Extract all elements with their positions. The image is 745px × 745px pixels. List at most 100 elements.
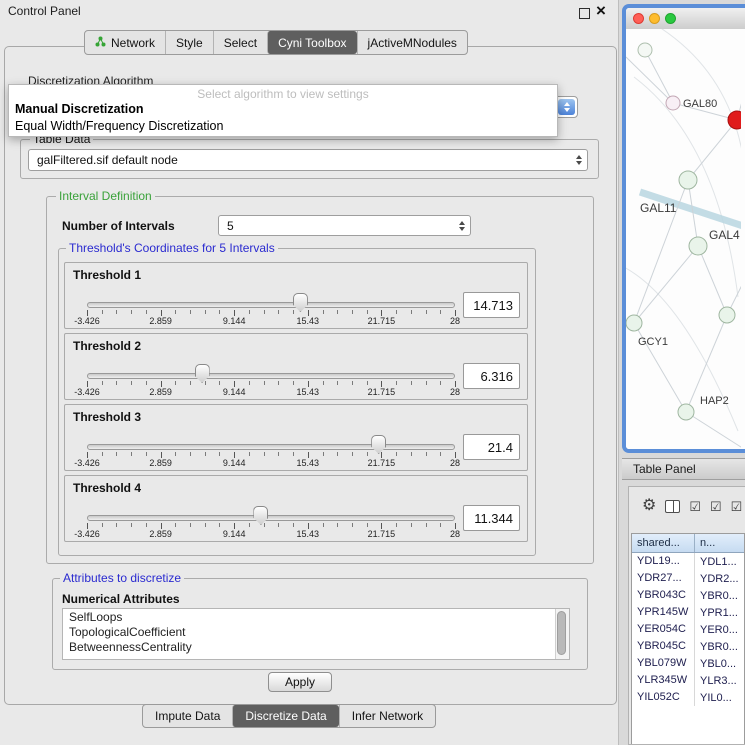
network-edge[interactable] bbox=[626, 57, 673, 103]
table-row[interactable]: YER054CYER0... bbox=[632, 621, 744, 638]
slider-track[interactable] bbox=[87, 515, 455, 521]
tab-jactivemnodules[interactable]: jActiveMNodules bbox=[357, 31, 467, 54]
threshold-value-input[interactable] bbox=[463, 505, 520, 531]
network-node[interactable] bbox=[638, 43, 652, 57]
table-cell: YDL1... bbox=[695, 556, 744, 568]
scale-tick-label: 9.144 bbox=[223, 387, 246, 397]
network-node[interactable] bbox=[689, 237, 707, 255]
tab-network[interactable]: Network bbox=[85, 31, 165, 54]
slider-scale-labels: -3.4262.8599.14415.4321.71528 bbox=[87, 529, 455, 540]
slider-track[interactable] bbox=[87, 302, 455, 308]
scale-tick-label: 21.715 bbox=[368, 316, 396, 326]
float-window-icon[interactable] bbox=[579, 8, 590, 19]
table-cell: YBR043C bbox=[632, 587, 695, 604]
table-row[interactable]: YDR27...YDR2... bbox=[632, 570, 744, 587]
scrollbar-thumb[interactable] bbox=[557, 611, 566, 655]
network-edge-arc bbox=[656, 29, 741, 151]
table-row[interactable]: YDL19...YDL1... bbox=[632, 553, 744, 570]
checkbox-icon[interactable]: ☑ bbox=[731, 500, 743, 513]
network-edge[interactable] bbox=[645, 50, 673, 103]
threshold-slider[interactable]: -3.4262.8599.14415.4321.71528 bbox=[87, 435, 455, 469]
network-node[interactable] bbox=[728, 111, 741, 129]
network-edge[interactable] bbox=[698, 246, 727, 315]
apply-button[interactable]: Apply bbox=[268, 672, 332, 692]
numerical-attributes-list[interactable]: SelfLoopsTopologicalCoefficientBetweenne… bbox=[62, 608, 570, 660]
attribute-list-item[interactable]: SelfLoops bbox=[63, 610, 555, 625]
network-node[interactable] bbox=[666, 96, 680, 110]
table-row[interactable]: YPR145WYPR1... bbox=[632, 604, 744, 621]
table-cell: YBL079W bbox=[632, 655, 695, 672]
combobox-stepper-icon[interactable] bbox=[558, 99, 575, 115]
threshold-box: Threshold 4 -3.4262.8599.14415.4321.7152… bbox=[64, 475, 528, 542]
network-node[interactable] bbox=[626, 315, 642, 331]
table-cell: YBR0... bbox=[695, 641, 744, 653]
table-cell: YER0... bbox=[695, 624, 744, 636]
select-visible-checkbox-icon[interactable]: ☑ bbox=[710, 500, 722, 513]
tab-label: Style bbox=[176, 36, 203, 50]
zoom-traffic-light-icon[interactable] bbox=[665, 13, 676, 24]
threshold-value-input[interactable] bbox=[463, 292, 520, 318]
scale-tick-label: 2.859 bbox=[149, 387, 172, 397]
threshold-slider[interactable]: -3.4262.8599.14415.4321.71528 bbox=[87, 364, 455, 398]
scale-tick-label: 15.43 bbox=[297, 387, 320, 397]
slider-scale-labels: -3.4262.8599.14415.4321.71528 bbox=[87, 316, 455, 327]
tab-style[interactable]: Style bbox=[165, 31, 213, 54]
panel-title: Control Panel bbox=[8, 4, 81, 18]
bottom-tab-bar: Impute Data Discretize Data Infer Networ… bbox=[142, 704, 436, 728]
attribute-list-item[interactable]: BetweennessCentrality bbox=[63, 640, 555, 655]
network-canvas-svg: GAL80GAL11GAL4GCY1HAP2 bbox=[626, 29, 741, 453]
threshold-slider[interactable]: -3.4262.8599.14415.4321.71528 bbox=[87, 506, 455, 540]
dropdown-option-manual-discretization[interactable]: Manual Discretization bbox=[15, 102, 144, 116]
column-header-shared[interactable]: shared... bbox=[632, 534, 695, 552]
table-row[interactable]: YBL079WYBL0... bbox=[632, 655, 744, 672]
thresholds-group-label: Threshold's Coordinates for 5 Intervals bbox=[66, 242, 278, 254]
table-panel-window: ⚙ ☑ ☑ ☑ shared... n... YDL19...YDL1...YD… bbox=[628, 486, 745, 745]
scale-tick-label: 9.144 bbox=[223, 458, 246, 468]
slider-track[interactable] bbox=[87, 373, 455, 379]
table-row[interactable]: YLR345WYLR3... bbox=[632, 672, 744, 689]
columns-icon[interactable] bbox=[665, 500, 680, 513]
minimize-traffic-light-icon[interactable] bbox=[649, 13, 660, 24]
slider-track[interactable] bbox=[87, 444, 455, 450]
threshold-label: Threshold 1 bbox=[73, 268, 141, 282]
table-cell: YER054C bbox=[632, 621, 695, 638]
list-scrollbar[interactable] bbox=[555, 609, 569, 659]
attribute-list-item[interactable]: TopologicalCoefficient bbox=[63, 625, 555, 640]
column-header-name[interactable]: n... bbox=[695, 534, 744, 552]
gear-icon[interactable]: ⚙ bbox=[642, 498, 656, 514]
network-node[interactable] bbox=[719, 307, 735, 323]
table-row[interactable]: YBR043CYBR0... bbox=[632, 587, 744, 604]
table-row[interactable]: YBR045CYBR0... bbox=[632, 638, 744, 655]
table-data-combobox[interactable]: galFiltered.sif default node bbox=[28, 149, 588, 171]
network-edge[interactable] bbox=[634, 246, 698, 323]
table-cell: YDR2... bbox=[695, 573, 744, 585]
scale-tick-label: 21.715 bbox=[368, 387, 396, 397]
tab-infer-network[interactable]: Infer Network bbox=[339, 705, 435, 727]
network-node[interactable] bbox=[679, 171, 697, 189]
num-intervals-combobox[interactable]: 5 bbox=[218, 215, 471, 236]
threshold-slider[interactable]: -3.4262.8599.14415.4321.71528 bbox=[87, 293, 455, 327]
table-cell: YBL0... bbox=[695, 658, 744, 670]
table-row[interactable]: YIL052CYIL0... bbox=[632, 689, 744, 706]
tab-impute-data[interactable]: Impute Data bbox=[143, 705, 232, 727]
network-window-titlebar[interactable] bbox=[626, 8, 745, 30]
network-canvas[interactable]: GAL80GAL11GAL4GCY1HAP2 bbox=[626, 29, 745, 449]
scale-tick-label: 15.43 bbox=[297, 529, 320, 539]
scale-tick-label: 9.144 bbox=[223, 316, 246, 326]
table-cell: YLR345W bbox=[632, 672, 695, 689]
select-all-checkbox-icon[interactable]: ☑ bbox=[689, 500, 701, 513]
network-node[interactable] bbox=[678, 404, 694, 420]
tab-select[interactable]: Select bbox=[213, 31, 267, 54]
tab-cyni-toolbox[interactable]: Cyni Toolbox bbox=[267, 31, 356, 54]
combobox-value: galFiltered.sif default node bbox=[37, 153, 178, 167]
threshold-value-input[interactable] bbox=[463, 434, 520, 460]
tab-discretize-data[interactable]: Discretize Data bbox=[232, 705, 338, 727]
table-cell: YPR1... bbox=[695, 607, 744, 619]
table-cell: YBR0... bbox=[695, 590, 744, 602]
dropdown-option-equal-width[interactable]: Equal Width/Frequency Discretization bbox=[15, 119, 223, 133]
scale-tick-label: 2.859 bbox=[149, 316, 172, 326]
numerical-attributes-label: Numerical Attributes bbox=[62, 592, 180, 606]
close-traffic-light-icon[interactable] bbox=[633, 13, 644, 24]
close-icon[interactable]: × bbox=[596, 0, 606, 22]
threshold-value-input[interactable] bbox=[463, 363, 520, 389]
